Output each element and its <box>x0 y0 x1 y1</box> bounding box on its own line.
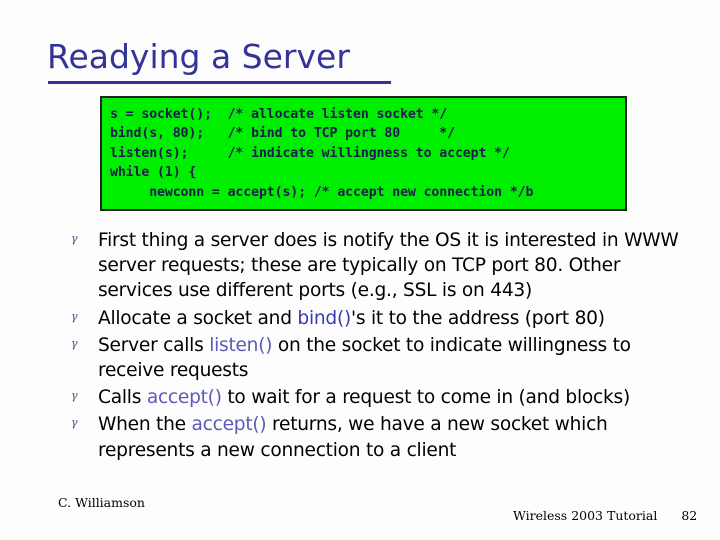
inline-text: First thing a server does is notify the … <box>98 230 679 302</box>
page-title: Readying a Server <box>47 37 350 76</box>
bullet-marker-icon: γ <box>71 389 78 403</box>
inline-code-token: accept() <box>191 414 267 436</box>
list-item-text: First thing a server does is notify the … <box>98 228 692 304</box>
inline-text: 's it to the address (port 80) <box>351 307 605 329</box>
footer-right: Wireless 2003 Tutorial 82 <box>513 508 697 523</box>
slide-canvas: Readying a Server s = socket(); /* alloc… <box>0 0 720 540</box>
inline-text: Calls <box>98 387 147 409</box>
list-item: γ When the accept() returns, we have a ne… <box>62 412 692 462</box>
inline-text: Allocate a socket and <box>98 307 298 329</box>
title-underline <box>48 81 391 84</box>
inline-code-token: bind() <box>297 307 351 329</box>
list-item-text: Allocate a socket and bind()'s it to the… <box>98 306 692 331</box>
bullet-marker-icon: γ <box>71 232 78 245</box>
bullet-list: γ First thing a server does is notify the… <box>62 228 692 465</box>
list-item: γ Calls accept() to wait for a request to… <box>62 385 692 410</box>
list-item-text: Calls accept() to wait for a request to … <box>98 385 692 410</box>
footer-author: C. Williamson <box>58 495 145 510</box>
bullet-marker-icon: γ <box>71 309 78 323</box>
inline-code-token: listen() <box>209 334 273 356</box>
code-block-text: s = socket(); /* allocate listen socket … <box>110 107 534 200</box>
inline-code-token: accept() <box>146 387 222 409</box>
inline-text: Server calls <box>98 334 210 356</box>
list-item: γ Allocate a socket and bind()'s it to th… <box>62 306 692 331</box>
list-item-text: Server calls listen() on the socket to i… <box>98 333 692 383</box>
bullet-marker-icon: γ <box>71 416 78 430</box>
inline-text: When the <box>98 414 192 436</box>
bullet-marker-icon: γ <box>71 336 78 350</box>
list-item-text: When the accept() returns, we have a new… <box>98 412 692 462</box>
list-item: γ First thing a server does is notify the… <box>62 228 692 304</box>
code-block: s = socket(); /* allocate listen socket … <box>100 96 627 211</box>
footer-page-number: 82 <box>681 508 698 523</box>
footer-tutorial-label: Wireless 2003 Tutorial <box>513 508 658 523</box>
inline-text: to wait for a request to come in (and bl… <box>221 387 630 409</box>
list-item: γ Server calls listen() on the socket to … <box>62 333 692 383</box>
